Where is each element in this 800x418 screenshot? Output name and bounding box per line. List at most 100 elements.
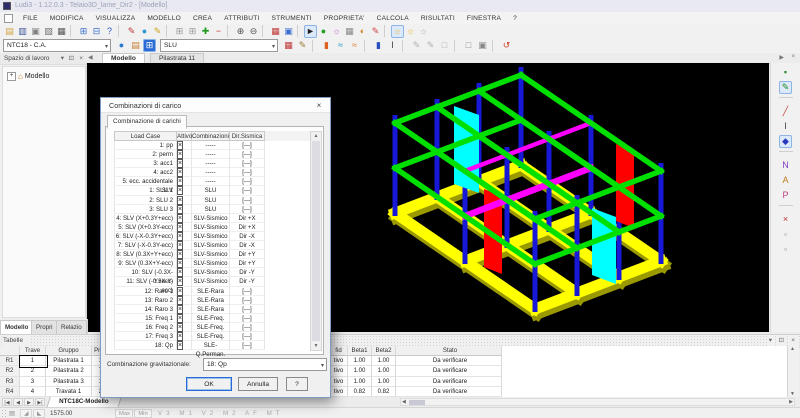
load-case-row[interactable]: 10: SLV (-0.3X-Y+ecc) SLV-Sismico Dir -Y xyxy=(114,268,317,277)
gravitational-combobox[interactable]: 18: Qp xyxy=(203,358,327,371)
active-checkbox[interactable] xyxy=(177,141,183,150)
load-case-row[interactable]: 18: Qp SLE-Q.Perman. [---] xyxy=(114,341,317,350)
zoom-out-icon[interactable]: ⊖ xyxy=(247,25,260,38)
menu-item[interactable]: CREA xyxy=(187,15,218,22)
edit-combo-icon[interactable]: ✎ xyxy=(296,39,309,52)
load-case-row[interactable]: 6: SLV (-X-0.3Y+ecc) SLV-Sismico Dir -X xyxy=(114,232,317,241)
min-button[interactable]: Min xyxy=(134,409,152,418)
print-icon[interactable]: ▦ xyxy=(55,25,68,38)
scroll-down-icon[interactable]: ▼ xyxy=(311,343,321,349)
diagram-2-icon[interactable]: ≈ xyxy=(348,39,361,52)
active-checkbox[interactable] xyxy=(177,332,183,341)
col-beta2[interactable]: Beta2 xyxy=(372,346,396,356)
window-view-icon[interactable]: ⊟ xyxy=(90,25,103,38)
active-checkbox[interactable] xyxy=(177,232,183,241)
table-row[interactable]: tivo 1.00 1.00 Da verificare xyxy=(330,366,502,376)
load-p-icon[interactable]: P xyxy=(779,189,792,202)
col-stato[interactable]: Stato xyxy=(396,346,502,356)
ok-button[interactable]: OK xyxy=(186,377,232,391)
col-fid[interactable]: fid xyxy=(330,346,348,356)
layers-icon[interactable]: ▤ xyxy=(9,408,15,418)
load-case-row[interactable]: 3: SLU 3 SLU [---] xyxy=(114,205,317,214)
delete-icon[interactable]: × xyxy=(779,213,792,226)
expand-icon[interactable] xyxy=(7,72,16,81)
active-checkbox[interactable] xyxy=(177,168,183,177)
load-case-row[interactable]: 17: Freq 3 SLE-Freq. [---] xyxy=(114,332,317,341)
next-sheet-button[interactable]: ▶ xyxy=(24,398,34,406)
draw-beam-icon[interactable]: ✎ xyxy=(779,81,792,94)
col-gruppo[interactable]: Gruppo xyxy=(46,346,92,356)
pin-icon[interactable]: ⊡ xyxy=(69,53,74,65)
load-case-row[interactable]: 11: SLV (-0.3X-Y-ecc) SLV-Sismico Dir -Y xyxy=(114,277,317,286)
col-trave[interactable]: Trave xyxy=(20,346,46,356)
menu-item[interactable]: VISUALIZZA xyxy=(90,15,142,22)
tables-vertical-scrollbar[interactable]: ▲ ▼ xyxy=(787,346,799,397)
tab-scroll-left-icon[interactable]: ◀ xyxy=(88,54,93,61)
window-blue-icon[interactable]: ▣ xyxy=(282,25,295,38)
load-n-icon[interactable]: N xyxy=(779,159,792,172)
load-case-row[interactable]: 13: Raro 2 SLE-Rara [---] xyxy=(114,296,317,305)
pencil-off-icon[interactable]: ✎ xyxy=(410,39,423,52)
tool-2-icon[interactable]: ▫ xyxy=(779,243,792,256)
menu-item[interactable]: ? xyxy=(507,15,523,22)
active-checkbox[interactable] xyxy=(177,323,183,332)
diagram-1-icon[interactable]: ≈ xyxy=(334,39,347,52)
load-case-row[interactable]: 5: SLV (X+0.3Y-ecc) SLV-Sismico Dir +X xyxy=(114,223,317,232)
menu-item[interactable]: MODELLO xyxy=(141,15,187,22)
chevron-down-icon[interactable]: ▾ xyxy=(61,53,64,65)
scroll-right-icon[interactable]: ▶ xyxy=(789,399,793,406)
dialog-close-icon[interactable]: × xyxy=(313,100,325,111)
load-case-row[interactable]: 1: pp ----- [---] xyxy=(114,141,317,150)
cancel-button[interactable]: Annulla xyxy=(238,377,278,391)
scrollbar-thumb[interactable] xyxy=(409,400,425,405)
col-combinazioni[interactable]: Combinazioni xyxy=(192,131,230,141)
render-sphere-icon[interactable]: ● xyxy=(317,25,330,38)
col-load-case[interactable]: Load Case xyxy=(114,131,177,141)
menu-item[interactable]: PROPRIETA' xyxy=(318,15,371,22)
active-checkbox[interactable] xyxy=(177,305,183,314)
prev-sheet-button[interactable]: ◀ xyxy=(13,398,23,406)
load-case-row[interactable]: 5: ecc. accidentale SLV ----- [---] xyxy=(114,177,317,186)
load-case-row[interactable]: 7: SLV (-X-0.3Y-ecc) SLV-Sismico Dir -X xyxy=(114,241,317,250)
table-row[interactable]: tivo 1.00 1.00 Da verificare xyxy=(330,356,502,366)
table-icon[interactable]: ▦ xyxy=(343,25,356,38)
menu-item[interactable]: RISULTATI xyxy=(415,15,461,22)
frame-1-icon[interactable]: □ xyxy=(462,39,475,52)
draw-line-icon[interactable]: ╱ xyxy=(779,105,792,118)
load-case-row[interactable]: 9: SLV (0.3X+Y-ecc) SLV-Sismico Dir +Y xyxy=(114,259,317,268)
active-checkbox[interactable] xyxy=(177,186,183,195)
horizontal-scrollbar[interactable]: ◀ ▶ xyxy=(400,398,795,406)
active-checkbox[interactable] xyxy=(177,214,183,223)
load-a-icon[interactable]: A xyxy=(779,174,792,187)
active-checkbox[interactable] xyxy=(177,296,183,305)
tree-item-modello[interactable]: ⌂ Modello xyxy=(7,72,49,81)
load-case-row[interactable]: 4: acc2 ----- [---] xyxy=(114,168,317,177)
load-case-row[interactable]: 12: Raro 1 SLE-Rara [---] xyxy=(114,287,317,296)
menu-item[interactable]: MODIFICA xyxy=(44,15,90,22)
grid-shift-icon[interactable]: ⊞ xyxy=(186,25,199,38)
col-attivo[interactable]: Attivo xyxy=(177,131,192,141)
save-icon[interactable]: ▥ xyxy=(16,25,29,38)
menu-item[interactable]: FILE xyxy=(17,15,44,22)
frame-2-icon[interactable]: ▣ xyxy=(476,39,489,52)
table-row[interactable]: tivo 1.00 1.00 Da verificare xyxy=(330,377,502,387)
materials-icon[interactable]: ✎ xyxy=(125,25,138,38)
menu-item[interactable]: ATTRIBUTI xyxy=(218,15,265,22)
scroll-left-icon[interactable]: ◀ xyxy=(402,399,406,406)
scroll-up-icon[interactable]: ▲ xyxy=(311,133,321,139)
context-help-icon[interactable]: ? xyxy=(103,25,116,38)
col-dir-sismica[interactable]: Dir.Sismica xyxy=(230,131,265,141)
section-i-icon[interactable]: I xyxy=(779,120,792,133)
sidebar-tab-relazione[interactable]: Relazio xyxy=(56,320,87,335)
menu-item[interactable]: STRUMENTI xyxy=(266,15,318,22)
tab-scroll-right-icon[interactable]: ▶ xyxy=(779,54,784,61)
load-case-row[interactable]: 8: SLV (0.3X+Y+ecc) SLV-Sismico Dir +Y xyxy=(114,250,317,259)
active-checkbox[interactable] xyxy=(177,259,183,268)
active-checkbox[interactable] xyxy=(177,196,183,205)
tool-1-icon[interactable]: ▫ xyxy=(779,228,792,241)
normative-combobox[interactable]: NTC18 - C.A. xyxy=(3,39,111,52)
active-checkbox[interactable] xyxy=(177,287,183,296)
result-component-buttons[interactable]: V3 M1 V2 M2 AF MT xyxy=(158,408,284,418)
close-icon[interactable]: × xyxy=(79,53,83,65)
active-checkbox[interactable] xyxy=(177,268,183,277)
